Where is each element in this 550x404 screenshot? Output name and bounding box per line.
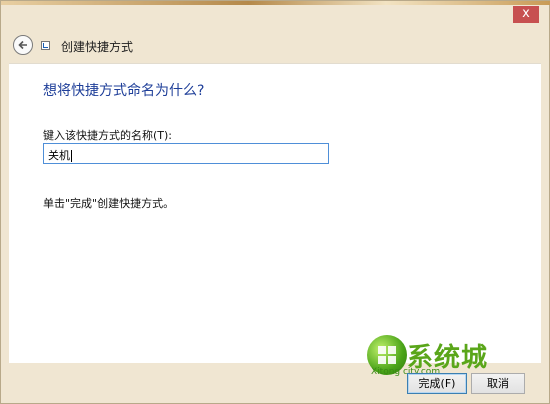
create-shortcut-window: x 创建快捷方式 想将快捷方式命名为什么? 键入该快捷方式的名称(T): 关机 … bbox=[0, 0, 550, 404]
shortcut-icon bbox=[41, 41, 50, 50]
close-icon: x bbox=[522, 6, 530, 21]
back-button[interactable] bbox=[13, 35, 33, 55]
wizard-content: 想将快捷方式命名为什么? 键入该快捷方式的名称(T): 关机 单击"完成"创建快… bbox=[9, 63, 541, 363]
shortcut-name-label: 键入该快捷方式的名称(T): bbox=[43, 129, 173, 142]
text-caret bbox=[71, 150, 72, 162]
finish-button[interactable]: 完成(F) bbox=[407, 373, 467, 394]
close-button[interactable]: x bbox=[513, 6, 539, 23]
finish-hint: 单击"完成"创建快捷方式。 bbox=[43, 197, 175, 210]
desktop-background-strip bbox=[1, 1, 550, 5]
wizard-title: 创建快捷方式 bbox=[61, 40, 134, 54]
shortcut-name-input[interactable]: 关机 bbox=[43, 143, 329, 164]
page-heading: 想将快捷方式命名为什么? bbox=[43, 83, 205, 99]
cancel-button[interactable]: 取消 bbox=[471, 373, 525, 394]
back-arrow-icon bbox=[18, 40, 27, 50]
shortcut-name-value: 关机 bbox=[48, 149, 70, 162]
wizard-footer: 完成(F) 取消 bbox=[1, 363, 550, 404]
wizard-nav-bar: 创建快捷方式 bbox=[1, 31, 550, 61]
